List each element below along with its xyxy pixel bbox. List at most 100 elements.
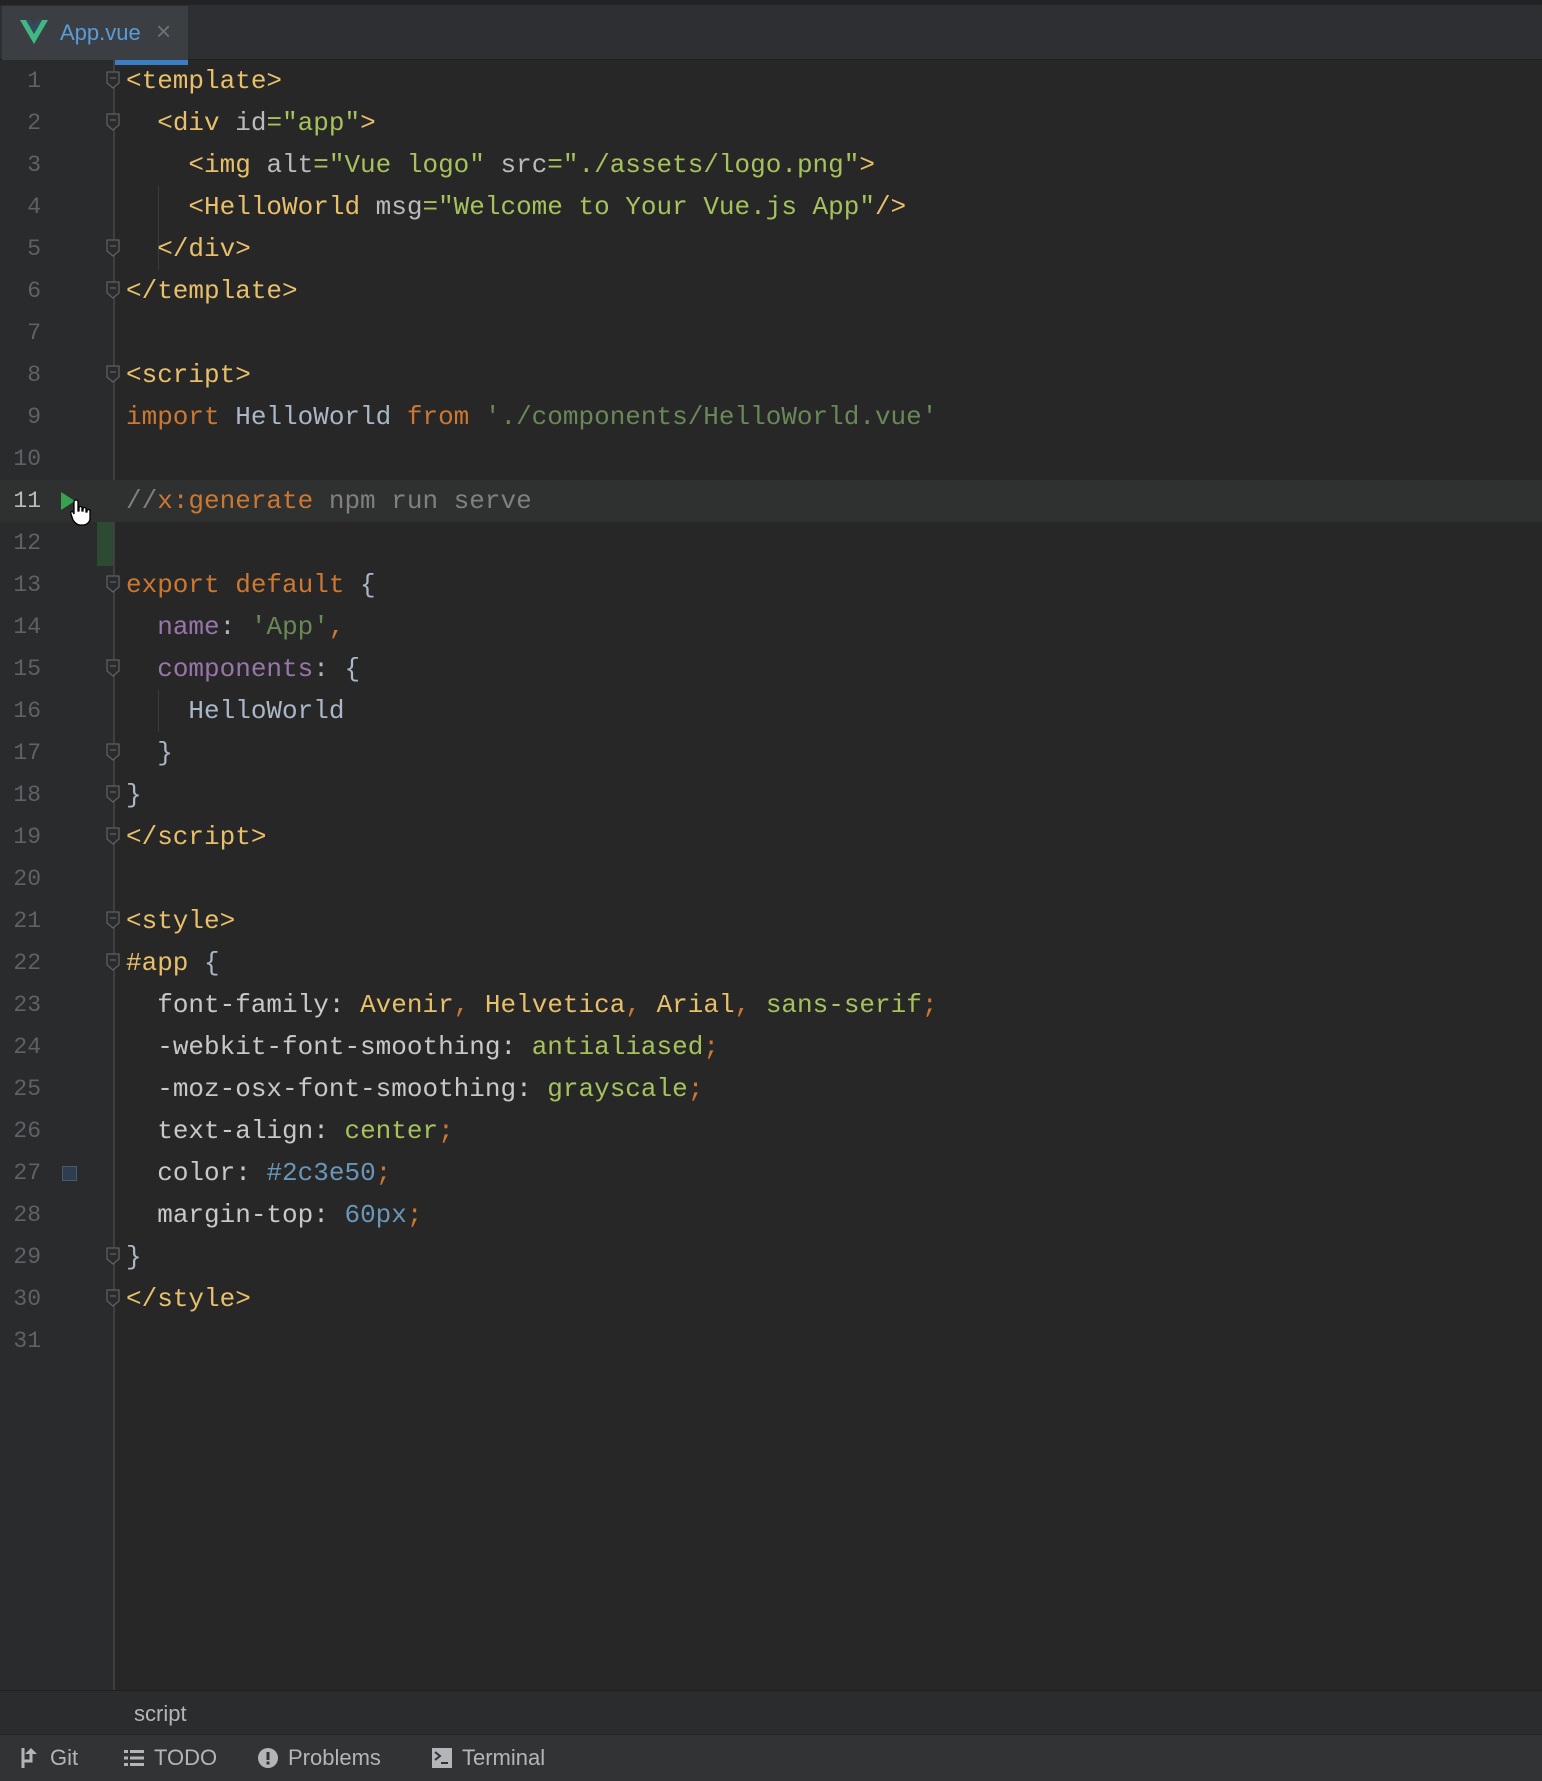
line-number[interactable]: 30 [0,1278,41,1320]
code-line[interactable]: 1 <template> [0,60,1542,102]
code-text[interactable]: font-family: Avenir, Helvetica, Arial, s… [126,984,937,1026]
line-number[interactable]: 26 [0,1110,41,1152]
line-number[interactable]: 14 [0,606,41,648]
fold-icon[interactable] [106,743,120,761]
line-number[interactable]: 25 [0,1068,41,1110]
fold-icon[interactable] [106,281,120,299]
code-line[interactable]: 15 components: { [0,648,1542,690]
line-number[interactable]: 16 [0,690,41,732]
code-text[interactable]: margin-top: 60px; [126,1194,422,1236]
code-line[interactable]: 9 import HelloWorld from './components/He… [0,396,1542,438]
code-line[interactable]: 2 <div id="app"> [0,102,1542,144]
code-text[interactable]: } [126,732,173,774]
line-number[interactable]: 28 [0,1194,41,1236]
code-text[interactable]: </div> [126,228,251,270]
code-text[interactable]: import HelloWorld from './components/Hel… [126,396,937,438]
line-number[interactable]: 7 [0,312,41,354]
code-text[interactable]: <script> [126,354,251,396]
line-number[interactable]: 4 [0,186,41,228]
code-text[interactable]: <div id="app"> [126,102,375,144]
code-line[interactable]: 26 text-align: center; [0,1110,1542,1152]
code-line[interactable]: 25 -moz-osx-font-smoothing: grayscale; [0,1068,1542,1110]
code-line[interactable]: 10 [0,438,1542,480]
tool-window-git[interactable]: Git [20,1744,78,1772]
line-number[interactable]: 9 [0,396,41,438]
fold-icon[interactable] [106,575,120,593]
code-line[interactable]: 20 [0,858,1542,900]
code-line[interactable]: 14 name: 'App', [0,606,1542,648]
code-line[interactable]: 17 } [0,732,1542,774]
fold-icon[interactable] [106,827,120,845]
code-line[interactable]: 12 [0,522,1542,564]
line-number[interactable]: 20 [0,858,41,900]
code-line[interactable]: 18} [0,774,1542,816]
line-number[interactable]: 19 [0,816,41,858]
fold-icon[interactable] [106,911,120,929]
code-line[interactable]: 3 <img alt="Vue logo" src="./assets/logo… [0,144,1542,186]
tool-window-terminal[interactable]: Terminal [432,1744,545,1772]
code-text[interactable]: </script> [126,816,266,858]
code-text[interactable]: #app { [126,942,220,984]
code-line[interactable]: 8 <script> [0,354,1542,396]
code-text[interactable]: <img alt="Vue logo" src="./assets/logo.p… [126,144,875,186]
fold-icon[interactable] [106,785,120,803]
code-text[interactable]: components: { [126,648,360,690]
code-line[interactable]: 31 [0,1320,1542,1362]
code-text[interactable]: color: #2c3e50; [126,1152,391,1194]
line-number[interactable]: 18 [0,774,41,816]
code-text[interactable]: <template> [126,60,282,102]
code-line[interactable]: 24 -webkit-font-smoothing: antialiased; [0,1026,1542,1068]
code-line[interactable]: 5 </div> [0,228,1542,270]
code-line[interactable]: 23 font-family: Avenir, Helvetica, Arial… [0,984,1542,1026]
line-number[interactable]: 8 [0,354,41,396]
code-line[interactable]: 22 #app { [0,942,1542,984]
fold-icon[interactable] [106,1247,120,1265]
line-number[interactable]: 10 [0,438,41,480]
code-line[interactable]: 6 </template> [0,270,1542,312]
line-number[interactable]: 2 [0,102,41,144]
code-line[interactable]: 11 //x:generate npm run serve [0,480,1542,526]
code-text[interactable]: <style> [126,900,235,942]
line-number[interactable]: 29 [0,1236,41,1278]
code-text[interactable]: </style> [126,1278,251,1320]
code-line[interactable]: 7 [0,312,1542,354]
line-number[interactable]: 21 [0,900,41,942]
breadcrumb-item[interactable]: script [134,1701,187,1727]
code-text[interactable]: text-align: center; [126,1110,453,1152]
close-icon[interactable]: × [156,16,171,47]
tool-window-problems[interactable]: Problems [258,1744,381,1772]
line-number[interactable]: 17 [0,732,41,774]
code-text[interactable]: </template> [126,270,298,312]
fold-icon[interactable] [106,113,120,131]
line-number[interactable]: 24 [0,1026,41,1068]
code-text[interactable]: } [126,774,142,816]
code-text[interactable]: -webkit-font-smoothing: antialiased; [126,1026,719,1068]
line-number[interactable]: 12 [0,522,41,564]
line-number[interactable]: 13 [0,564,41,606]
code-text[interactable]: export default { [126,564,376,606]
code-line[interactable]: 29} [0,1236,1542,1278]
line-number[interactable]: 31 [0,1320,41,1362]
fold-icon[interactable] [106,1289,120,1307]
fold-icon[interactable] [106,953,120,971]
line-number[interactable]: 6 [0,270,41,312]
line-number[interactable]: 3 [0,144,41,186]
code-text[interactable]: <HelloWorld msg="Welcome to Your Vue.js … [126,186,906,228]
line-number[interactable]: 23 [0,984,41,1026]
code-text[interactable]: HelloWorld [126,690,344,732]
code-line[interactable]: 13 export default { [0,564,1542,606]
tab-app-vue[interactable]: App.vue × [2,6,188,65]
line-number[interactable]: 27 [0,1152,41,1194]
color-swatch-icon[interactable] [62,1166,77,1181]
line-number[interactable]: 15 [0,648,41,690]
code-text[interactable]: -moz-osx-font-smoothing: grayscale; [126,1068,703,1110]
code-text[interactable]: //x:generate npm run serve [126,480,532,522]
line-number[interactable]: 5 [0,228,41,270]
code-line[interactable]: 19 </script> [0,816,1542,858]
fold-icon[interactable] [106,659,120,677]
fold-icon[interactable] [106,365,120,383]
fold-icon[interactable] [106,71,120,89]
tool-window-todo[interactable]: TODO [124,1744,217,1772]
line-number[interactable]: 22 [0,942,41,984]
code-text[interactable]: name: 'App', [126,606,344,648]
